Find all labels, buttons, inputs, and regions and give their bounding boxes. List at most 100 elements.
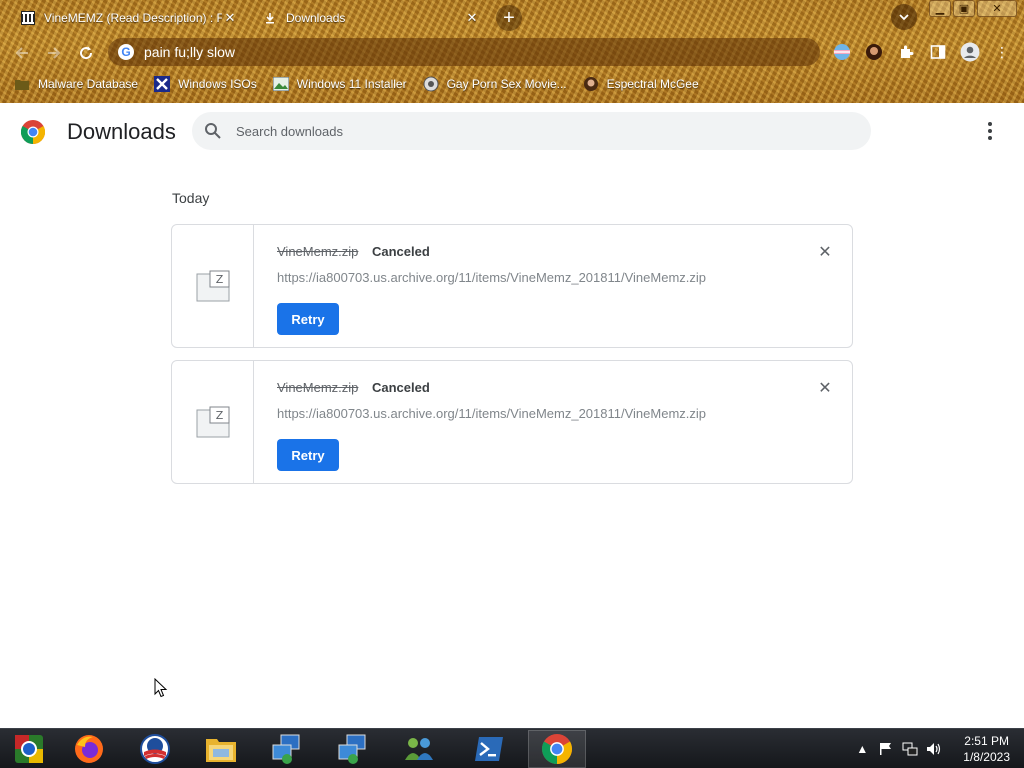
remote-desktop-icon-2 [338, 734, 366, 764]
file-icon-column: Z [172, 361, 254, 483]
chrome-alt-icon [15, 735, 43, 763]
close-tab-icon[interactable]: ✕ [222, 10, 238, 26]
taskbar-obama-logo[interactable] [126, 730, 184, 768]
download-url[interactable]: https://ia800703.us.archive.org/11/items… [277, 270, 706, 285]
minimize-button[interactable]: ▁ [929, 0, 951, 17]
bookmark-movie[interactable]: Gay Porn Sex Movie... [423, 76, 567, 92]
download-icon [262, 10, 278, 26]
powershell-icon [475, 737, 503, 761]
bookmark-malware-database[interactable]: Malware Database [14, 76, 138, 92]
download-item: Z VineMemz.zip Canceled https://ia800703… [171, 224, 853, 348]
remove-item-icon[interactable]: ✕ [816, 243, 834, 261]
chevron-down-icon [899, 14, 909, 21]
close-window-button[interactable]: ✕ [977, 0, 1017, 17]
bookmark-espectral-mcgee[interactable]: Espectral McGee [583, 76, 699, 92]
bookmark-windows-isos[interactable]: Windows ISOs [154, 76, 257, 92]
more-options-icon[interactable] [982, 120, 998, 142]
taskbar-network-users[interactable] [390, 730, 448, 768]
svg-text:Z: Z [215, 409, 223, 422]
remote-desktop-icon [272, 734, 300, 764]
new-tab-button[interactable]: + [496, 5, 522, 31]
tab-title: VineMEMZ (Read Description) : F [44, 10, 222, 25]
download-status: Canceled [372, 380, 430, 395]
close-tab-icon[interactable]: ✕ [464, 10, 480, 26]
retry-button[interactable]: Retry [277, 303, 339, 335]
chrome-icon [542, 734, 572, 764]
volume-icon[interactable] [925, 741, 943, 757]
page-icon [423, 76, 439, 92]
bookmark-label: Espectral McGee [606, 77, 699, 91]
mouse-cursor-icon [154, 678, 168, 698]
forward-button[interactable] [42, 41, 66, 65]
flag-extension-icon[interactable] [832, 42, 852, 62]
bookmark-windows-11-installer[interactable]: Windows 11 Installer [272, 76, 407, 92]
download-item: Z VineMemz.zip Canceled https://ia800703… [171, 360, 853, 484]
taskbar-powershell[interactable] [460, 730, 518, 768]
download-status: Canceled [372, 244, 430, 259]
bookmark-label: Windows 11 Installer [296, 77, 407, 91]
bookmark-label: Windows ISOs [178, 77, 257, 91]
image-icon [272, 76, 289, 92]
search-input[interactable] [236, 123, 836, 139]
file-name[interactable]: VineMemz.zip [277, 380, 358, 395]
reload-button[interactable] [74, 41, 98, 65]
taskbar-remote-desktop-2[interactable] [324, 730, 382, 768]
taskbar-firefox[interactable] [60, 730, 118, 768]
chrome-menu-icon[interactable]: ⋮ [992, 42, 1012, 62]
puzzle-icon[interactable] [896, 42, 916, 62]
search-icon [205, 123, 221, 139]
chrome-logo-icon [21, 120, 45, 144]
avatar-icon [583, 76, 599, 92]
date-section-label: Today [172, 190, 210, 206]
file-explorer-icon [206, 739, 236, 762]
obama-logo-icon [140, 734, 170, 764]
search-downloads-box[interactable] [192, 112, 871, 150]
retry-button[interactable]: Retry [277, 439, 339, 471]
arrow-right-icon [48, 47, 61, 59]
address-text: pain fu;lly slow [144, 44, 236, 60]
bookmark-label: Malware Database [38, 77, 139, 91]
arrow-left-icon [15, 47, 28, 59]
browser-chrome: VineMEMZ (Read Description) : F ✕ Downlo… [0, 0, 1024, 103]
clock-time: 2:51 PM [964, 734, 1009, 748]
network-icon[interactable] [901, 741, 919, 757]
x-icon [154, 76, 171, 92]
back-button[interactable] [10, 41, 34, 65]
address-bar[interactable]: G pain fu;lly slow [108, 38, 820, 66]
archive-icon [20, 10, 36, 26]
zip-file-icon: Z [196, 270, 229, 302]
tab-search-button[interactable] [891, 4, 917, 30]
tab-vinememz[interactable]: VineMEMZ (Read Description) : F ✕ [10, 4, 246, 31]
taskbar-file-explorer[interactable] [192, 730, 250, 768]
bookmark-label: Gay Porn Sex Movie... [446, 77, 567, 91]
firefox-icon [75, 735, 103, 763]
file-name[interactable]: VineMemz.zip [277, 244, 358, 259]
system-tray: ▲ 2:51 PM 1/8/2023 [853, 729, 1010, 768]
remove-item-icon[interactable]: ✕ [816, 379, 834, 397]
downloads-header: Downloads [0, 103, 1024, 159]
side-panel-icon[interactable] [928, 42, 948, 62]
reload-icon [80, 46, 93, 60]
page-title: Downloads [67, 119, 176, 144]
avatar-extension-icon[interactable] [864, 42, 884, 62]
tab-title: Downloads [286, 10, 346, 25]
maximize-button[interactable]: ▣ [953, 0, 975, 17]
taskbar: ▲ 2:51 PM 1/8/2023 [0, 728, 1024, 768]
bookmarks-bar: Malware Database Windows ISOs Windows 11… [14, 74, 715, 94]
taskbar-chrome-alt[interactable] [0, 730, 58, 768]
file-icon-column: Z [172, 225, 254, 347]
clock[interactable]: 2:51 PM 1/8/2023 [963, 733, 1010, 765]
google-icon: G [118, 44, 134, 60]
zip-file-icon: Z [196, 406, 229, 438]
taskbar-remote-desktop[interactable] [258, 730, 316, 768]
tab-downloads[interactable]: Downloads ✕ [252, 4, 488, 31]
taskbar-chrome[interactable] [528, 730, 586, 768]
network-users-icon [405, 738, 433, 760]
download-url[interactable]: https://ia800703.us.archive.org/11/items… [277, 406, 706, 421]
profile-icon[interactable] [960, 42, 980, 62]
folder-icon [14, 76, 30, 92]
show-hidden-icons-icon[interactable]: ▲ [853, 741, 871, 757]
clock-date: 1/8/2023 [963, 750, 1010, 764]
action-center-flag-icon[interactable] [877, 741, 895, 757]
svg-text:Z: Z [215, 273, 223, 286]
